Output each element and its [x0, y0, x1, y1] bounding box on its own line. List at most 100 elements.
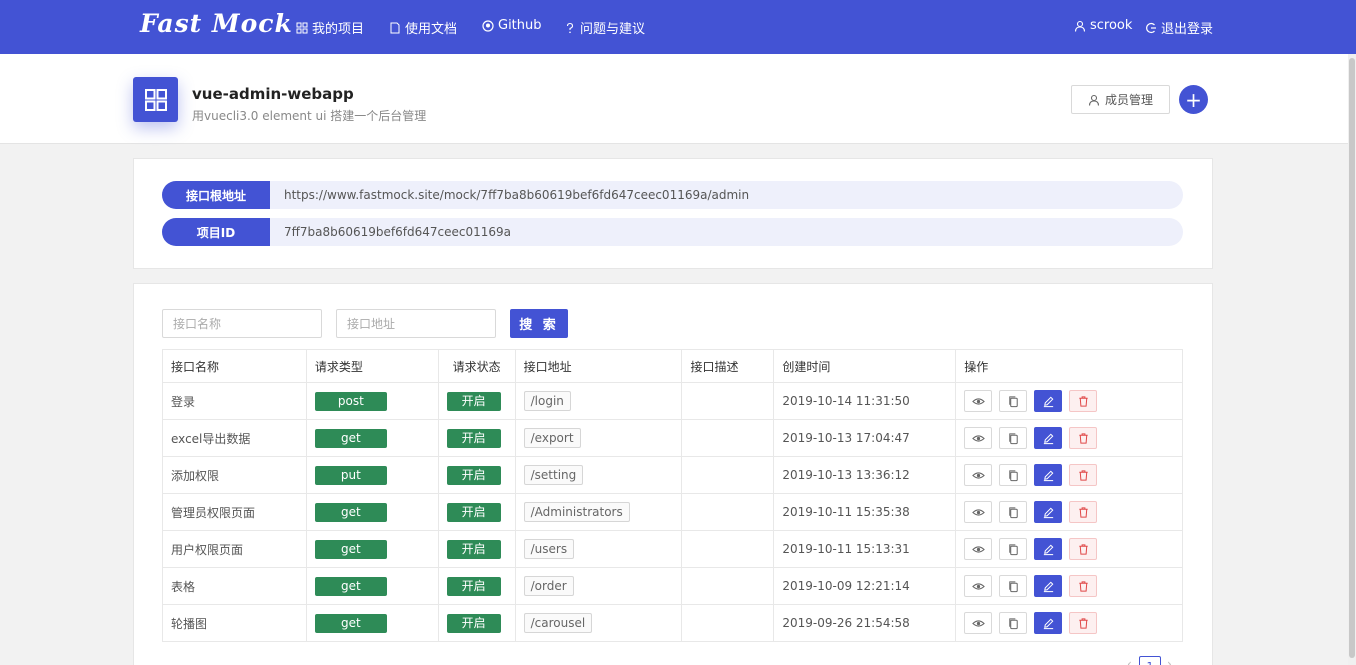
top-navbar: Fast Mock 我的项目 使用文档 Github 问题与建议 scrook … — [0, 0, 1356, 54]
copy-button[interactable] — [999, 390, 1028, 412]
method-cell: get — [305, 530, 439, 568]
nav-github[interactable]: Github — [482, 18, 542, 33]
eye-icon — [971, 469, 985, 482]
status-badge[interactable]: 开启 — [446, 391, 501, 411]
delete-button[interactable] — [1069, 501, 1098, 523]
preview-button[interactable] — [964, 390, 993, 412]
api-table: 接口名称 请求类型 请求状态 接口地址 接口描述 创建时间 操作 登录 post 开… — [162, 349, 1183, 642]
copy-button[interactable] — [999, 538, 1028, 560]
delete-button[interactable] — [1069, 612, 1098, 634]
logout-icon — [1146, 22, 1156, 33]
method-badge: get — [314, 613, 387, 633]
copy-button[interactable] — [999, 427, 1028, 449]
path-tag[interactable]: /login — [523, 391, 571, 411]
actions-cell — [955, 567, 1183, 605]
header-description: 接口描述 — [681, 349, 775, 383]
created-time-cell: 2019-10-14 11:31:50 — [773, 382, 957, 420]
delete-button[interactable] — [1069, 464, 1098, 486]
path-cell: /order — [514, 567, 683, 605]
api-name-search-input[interactable] — [162, 309, 322, 338]
path-tag[interactable]: /users — [523, 539, 575, 559]
table-row: 登录 post 开启/login 2019-10-14 11:31:50 — [162, 382, 1183, 420]
api-name-cell: 表格 — [162, 567, 307, 605]
project-id-value[interactable]: 7ff7ba8b60619bef6fd647ceec01169a — [284, 225, 511, 239]
header-created: 创建时间 — [773, 349, 957, 383]
path-tag[interactable]: /Administrators — [523, 502, 630, 522]
preview-button[interactable] — [964, 538, 993, 560]
copy-button[interactable] — [999, 612, 1028, 634]
edit-button[interactable] — [1034, 390, 1063, 412]
preview-button[interactable] — [964, 427, 993, 449]
pager-prev-icon[interactable]: ‹ — [1127, 657, 1132, 665]
pager-next-icon[interactable]: › — [1167, 657, 1172, 665]
description-cell — [681, 456, 775, 494]
project-description: 用vuecli3.0 element ui 搭建一个后台管理 — [192, 109, 427, 123]
status-badge[interactable]: 开启 — [446, 428, 501, 448]
edit-button[interactable] — [1034, 464, 1063, 486]
status-badge[interactable]: 开启 — [446, 539, 501, 559]
actions-cell — [955, 493, 1183, 531]
path-tag[interactable]: /order — [523, 576, 574, 596]
header-api-name: 接口名称 — [162, 349, 307, 383]
description-cell — [681, 419, 775, 457]
project-info-card: 接口根地址 https://www.fastmock.site/mock/7ff… — [133, 158, 1213, 269]
table-row: excel导出数据 get 开启/export 2019-10-13 17:04:47 — [162, 419, 1183, 457]
path-cell: /setting — [514, 456, 683, 494]
path-cell: /users — [514, 530, 683, 568]
page-scrollbar-thumb[interactable] — [1349, 58, 1355, 658]
app-logo[interactable]: Fast Mock — [140, 9, 293, 38]
status-cell: 开启 — [437, 530, 516, 568]
add-api-button[interactable]: + — [1179, 85, 1208, 114]
base-url-value[interactable]: https://www.fastmock.site/mock/7ff7ba8b6… — [284, 188, 749, 202]
pager-current-page[interactable]: 1 — [1139, 656, 1161, 665]
status-badge[interactable]: 开启 — [446, 576, 501, 596]
nav-feedback[interactable]: 问题与建议 — [564, 18, 645, 37]
nav-my-projects-label: 我的项目 — [312, 22, 365, 37]
member-manage-button[interactable]: 成员管理 — [1071, 85, 1170, 114]
copy-button[interactable] — [999, 575, 1028, 597]
nav-logout[interactable]: 退出登录 — [1145, 18, 1213, 37]
table-row: 用户权限页面 get 开启/users 2019-10-11 15:13:31 — [162, 530, 1183, 568]
nav-my-projects[interactable]: 我的项目 — [296, 18, 364, 37]
copy-icon — [1007, 543, 1020, 556]
copy-button[interactable] — [999, 501, 1028, 523]
preview-button[interactable] — [964, 464, 993, 486]
delete-button[interactable] — [1069, 575, 1098, 597]
project-id-row: 项目ID 7ff7ba8b60619bef6fd647ceec01169a — [162, 218, 1183, 246]
path-tag[interactable]: /export — [523, 428, 581, 448]
search-button[interactable]: 搜 索 — [510, 309, 568, 338]
trash-icon — [1077, 506, 1090, 519]
preview-button[interactable] — [964, 501, 993, 523]
preview-button[interactable] — [964, 612, 993, 634]
nav-github-label: Github — [498, 18, 542, 33]
delete-button[interactable] — [1069, 427, 1098, 449]
edit-button[interactable] — [1034, 575, 1063, 597]
path-tag[interactable]: /setting — [523, 465, 584, 485]
nav-user[interactable]: scrook — [1074, 18, 1132, 33]
edit-icon — [1042, 395, 1055, 408]
edit-button[interactable] — [1034, 427, 1063, 449]
document-icon — [390, 22, 400, 33]
path-tag[interactable]: /carousel — [523, 613, 593, 633]
status-badge[interactable]: 开启 — [446, 502, 501, 522]
edit-button[interactable] — [1034, 612, 1063, 634]
api-url-search-input[interactable] — [336, 309, 496, 338]
status-badge[interactable]: 开启 — [446, 465, 501, 485]
grid-icon — [296, 22, 308, 33]
github-icon — [482, 19, 494, 32]
edit-button[interactable] — [1034, 501, 1063, 523]
copy-button[interactable] — [999, 464, 1028, 486]
nav-docs[interactable]: 使用文档 — [389, 18, 457, 37]
table-row: 表格 get 开启/order 2019-10-09 12:21:14 — [162, 567, 1183, 605]
preview-button[interactable] — [964, 575, 993, 597]
edit-button[interactable] — [1034, 538, 1063, 560]
actions-cell — [955, 456, 1183, 494]
eye-icon — [971, 395, 985, 408]
user-icon — [1088, 94, 1100, 106]
description-cell — [681, 382, 775, 420]
edit-icon — [1042, 506, 1055, 519]
base-url-label: 接口根地址 — [162, 181, 270, 209]
delete-button[interactable] — [1069, 390, 1098, 412]
delete-button[interactable] — [1069, 538, 1098, 560]
status-badge[interactable]: 开启 — [446, 613, 501, 633]
